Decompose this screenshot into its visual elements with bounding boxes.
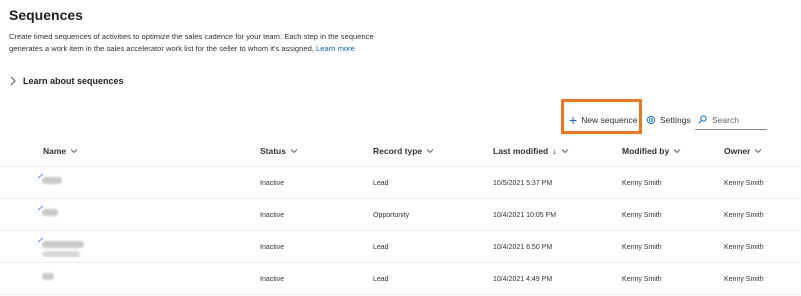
record-type-cell: Lead [373, 180, 389, 187]
column-label: Record type [373, 146, 423, 156]
chevron-down-icon [290, 149, 298, 154]
table-row[interactable]: Inactive Lead 10/4/2021 6:50 PM Kenny Sm… [0, 231, 801, 263]
status-cell: Inactive [260, 180, 285, 187]
settings-button[interactable]: Settings [646, 112, 691, 128]
column-label: Status [260, 146, 286, 156]
last-modified-cell: 10/5/2021 5:37 PM [493, 180, 553, 187]
learn-about-sequences-expander[interactable]: Learn about sequences [9, 74, 124, 88]
search-icon [698, 115, 707, 124]
modified-by-cell: Kenny Smith [622, 244, 662, 251]
chevron-down-icon [561, 149, 569, 154]
learn-more-link[interactable]: Learn more [316, 44, 355, 53]
owner-cell: Kenny Smith [724, 180, 764, 187]
table-row[interactable]: Inactive Lead 10/5/2021 5:37 PM Kenny Sm… [0, 167, 801, 199]
column-label: Last modified [493, 146, 549, 156]
table-row[interactable]: Inactive Opportunity 10/4/2021 10:05 PM … [0, 199, 801, 231]
search-box[interactable] [695, 110, 767, 130]
status-cell: Inactive [260, 244, 285, 251]
settings-label: Settings [660, 115, 691, 125]
sequences-table: Name Status Record type Last modified ↓ … [0, 137, 801, 295]
redacted-description [42, 251, 80, 257]
record-type-cell: Opportunity [373, 212, 410, 219]
page-description: Create timed sequences of activities to … [9, 31, 389, 55]
status-cell: Inactive [260, 212, 285, 219]
column-header-owner[interactable]: Owner [724, 146, 762, 156]
column-header-name[interactable]: Name [43, 146, 78, 156]
table-header: Name Status Record type Last modified ↓ … [0, 137, 801, 167]
gear-icon [646, 115, 656, 125]
owner-cell: Kenny Smith [724, 276, 764, 283]
chevron-down-icon [673, 149, 681, 154]
column-label: Owner [724, 146, 751, 156]
column-header-status[interactable]: Status [260, 146, 298, 156]
command-bar: + New sequence Settings [0, 99, 801, 134]
status-cell: Inactive [260, 276, 285, 283]
search-input[interactable] [712, 114, 767, 125]
redacted-name [42, 241, 84, 248]
learn-about-label: Learn about sequences [23, 76, 124, 86]
chevron-down-icon [426, 149, 434, 154]
last-modified-cell: 10/4/2021 10:05 PM [493, 212, 557, 219]
modified-by-cell: Kenny Smith [622, 212, 662, 219]
owner-cell: Kenny Smith [724, 212, 764, 219]
chevron-down-icon [70, 149, 78, 154]
table-row[interactable]: Inactive Lead 10/4/2021 4:49 PM Kenny Sm… [0, 263, 801, 295]
redacted-name [42, 177, 62, 184]
redacted-name [42, 209, 58, 216]
redacted-name [42, 273, 54, 280]
chevron-right-icon [10, 76, 16, 86]
column-header-last-modified[interactable]: Last modified ↓ [493, 146, 569, 156]
plus-icon: + [569, 112, 578, 128]
owner-cell: Kenny Smith [724, 244, 764, 251]
chevron-down-icon [755, 149, 762, 154]
column-header-record-type[interactable]: Record type [373, 146, 434, 156]
last-modified-cell: 10/4/2021 4:49 PM [493, 276, 553, 283]
sort-descending-icon: ↓ [552, 146, 557, 156]
last-modified-cell: 10/4/2021 6:50 PM [493, 244, 553, 251]
page-title: Sequences [9, 7, 83, 23]
record-type-cell: Lead [373, 244, 389, 251]
new-sequence-label: New sequence [581, 115, 638, 125]
record-type-cell: Lead [373, 276, 389, 283]
new-sequence-button[interactable]: + New sequence [569, 112, 637, 128]
column-label: Name [43, 146, 67, 156]
modified-by-cell: Kenny Smith [622, 180, 662, 187]
modified-by-cell: Kenny Smith [622, 276, 662, 283]
column-label: Modified by [622, 146, 670, 156]
column-header-modified-by[interactable]: Modified by [622, 146, 681, 156]
